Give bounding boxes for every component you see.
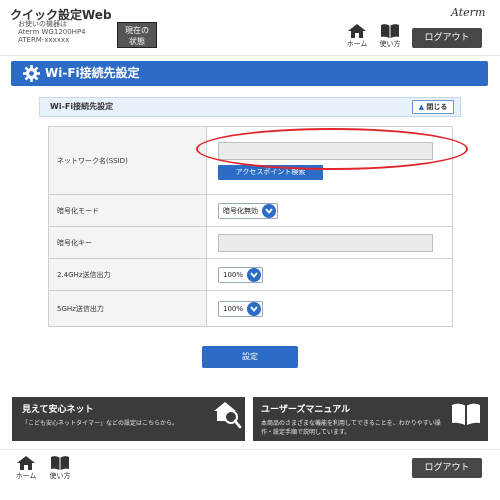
brand-logo: Aterm	[451, 6, 486, 19]
footer-home-label: ホーム	[15, 472, 37, 480]
home-button[interactable]: ホーム	[343, 24, 371, 49]
current-status-button[interactable]: 現在の 状態	[117, 22, 157, 48]
footer-logout-button[interactable]: ログアウト	[412, 458, 482, 478]
ssid-label: ネットワーク名(SSID)	[48, 126, 207, 195]
encryption-row: 暗号化モード 暗号化無効	[48, 194, 453, 227]
power5-value: 100%	[223, 304, 244, 313]
power24-row: 2.4GHz送信出力 100%	[48, 258, 453, 291]
encryption-key-input[interactable]	[218, 233, 433, 252]
ssid-cell: アクセスポイント検索	[206, 126, 453, 195]
ssid-row: ネットワーク名(SSID) アクセスポイント検索	[48, 126, 453, 195]
user-manual-title: ユーザーズマニュアル	[261, 405, 351, 415]
collapse-label: 閉じる	[426, 103, 448, 111]
ap-search-button[interactable]: アクセスポイント検索	[218, 164, 323, 180]
book-icon	[452, 403, 480, 425]
section-banner: Wi-Fi接続先設定	[11, 61, 488, 86]
power24-select[interactable]: 100%	[218, 266, 264, 283]
encryption-cell: 暗号化無効	[206, 194, 453, 227]
logout-button[interactable]: ログアウト	[412, 28, 482, 48]
power24-cell: 100%	[206, 258, 453, 291]
device-id: ATERM-xxxxxx	[18, 36, 70, 44]
section-title: Wi-Fi接続先設定	[45, 66, 140, 80]
footer-manual-label: 使い方	[49, 472, 71, 480]
footer: ホーム 使い方 ログアウト	[0, 449, 500, 500]
status-button-line2: 状態	[129, 37, 145, 46]
chevron-down-icon	[262, 203, 276, 218]
chevron-down-icon	[247, 267, 262, 282]
key-cell	[206, 226, 453, 259]
manual-button[interactable]: 使い方	[376, 24, 404, 49]
gear-icon	[23, 65, 40, 82]
user-manual-banner[interactable]: ユーザーズマニュアル 本商品のさまざまな機能を利用してできることを、わかりやすい…	[253, 397, 488, 441]
device-label: お使いの機器は	[18, 20, 67, 28]
power5-label: 5GHz送信出力	[48, 290, 207, 327]
chevron-up-icon: ▲	[418, 103, 424, 111]
submit-button[interactable]: 設定	[202, 346, 298, 368]
power24-value: 100%	[223, 270, 244, 279]
safe-net-desc: 「こども安心ネットタイマー」などの設定はこちらから。	[22, 420, 179, 427]
subsection-title: Wi-Fi接続先設定	[50, 102, 114, 111]
home-search-icon	[214, 402, 242, 429]
status-button-line1: 現在の	[125, 26, 149, 35]
header: クイック設定Web お使いの機器は Aterm WG1200HP4 ATERM-…	[0, 0, 500, 56]
key-label: 暗号化キー	[48, 226, 207, 259]
collapse-button[interactable]: ▲ 閉じる	[412, 100, 454, 114]
home-icon	[348, 24, 366, 38]
book-icon	[51, 456, 69, 470]
key-row: 暗号化キー	[48, 226, 453, 259]
safe-net-banner[interactable]: 見えて安心ネット 「こども安心ネットタイマー」などの設定はこちらから。	[12, 397, 245, 441]
device-model: Aterm WG1200HP4	[18, 28, 86, 36]
home-label: ホーム	[346, 40, 368, 48]
device-info: お使いの機器は Aterm WG1200HP4 ATERM-xxxxxx	[18, 20, 86, 44]
encryption-select[interactable]: 暗号化無効	[218, 202, 278, 219]
chevron-down-icon	[247, 301, 262, 316]
footer-home-button[interactable]: ホーム	[12, 456, 40, 481]
footer-manual-button[interactable]: 使い方	[46, 456, 74, 481]
power5-row: 5GHz送信出力 100%	[48, 290, 453, 327]
book-icon	[381, 24, 399, 38]
settings-form: ネットワーク名(SSID) アクセスポイント検索 暗号化モード 暗号化無効 暗号…	[48, 126, 453, 327]
encryption-label: 暗号化モード	[48, 194, 207, 227]
power5-select[interactable]: 100%	[218, 300, 264, 317]
encryption-value: 暗号化無効	[223, 206, 258, 215]
home-icon	[17, 456, 35, 470]
ssid-input[interactable]	[218, 141, 433, 160]
subsection-header: Wi-Fi接続先設定 ▲ 閉じる	[39, 97, 461, 117]
user-manual-desc: 本商品のさまざまな機能を利用してできることを、わかりやすい操作・設定手順で説明し…	[261, 420, 441, 436]
power24-label: 2.4GHz送信出力	[48, 258, 207, 291]
power5-cell: 100%	[206, 290, 453, 327]
safe-net-title: 見えて安心ネット	[22, 405, 94, 415]
manual-label: 使い方	[379, 40, 401, 48]
